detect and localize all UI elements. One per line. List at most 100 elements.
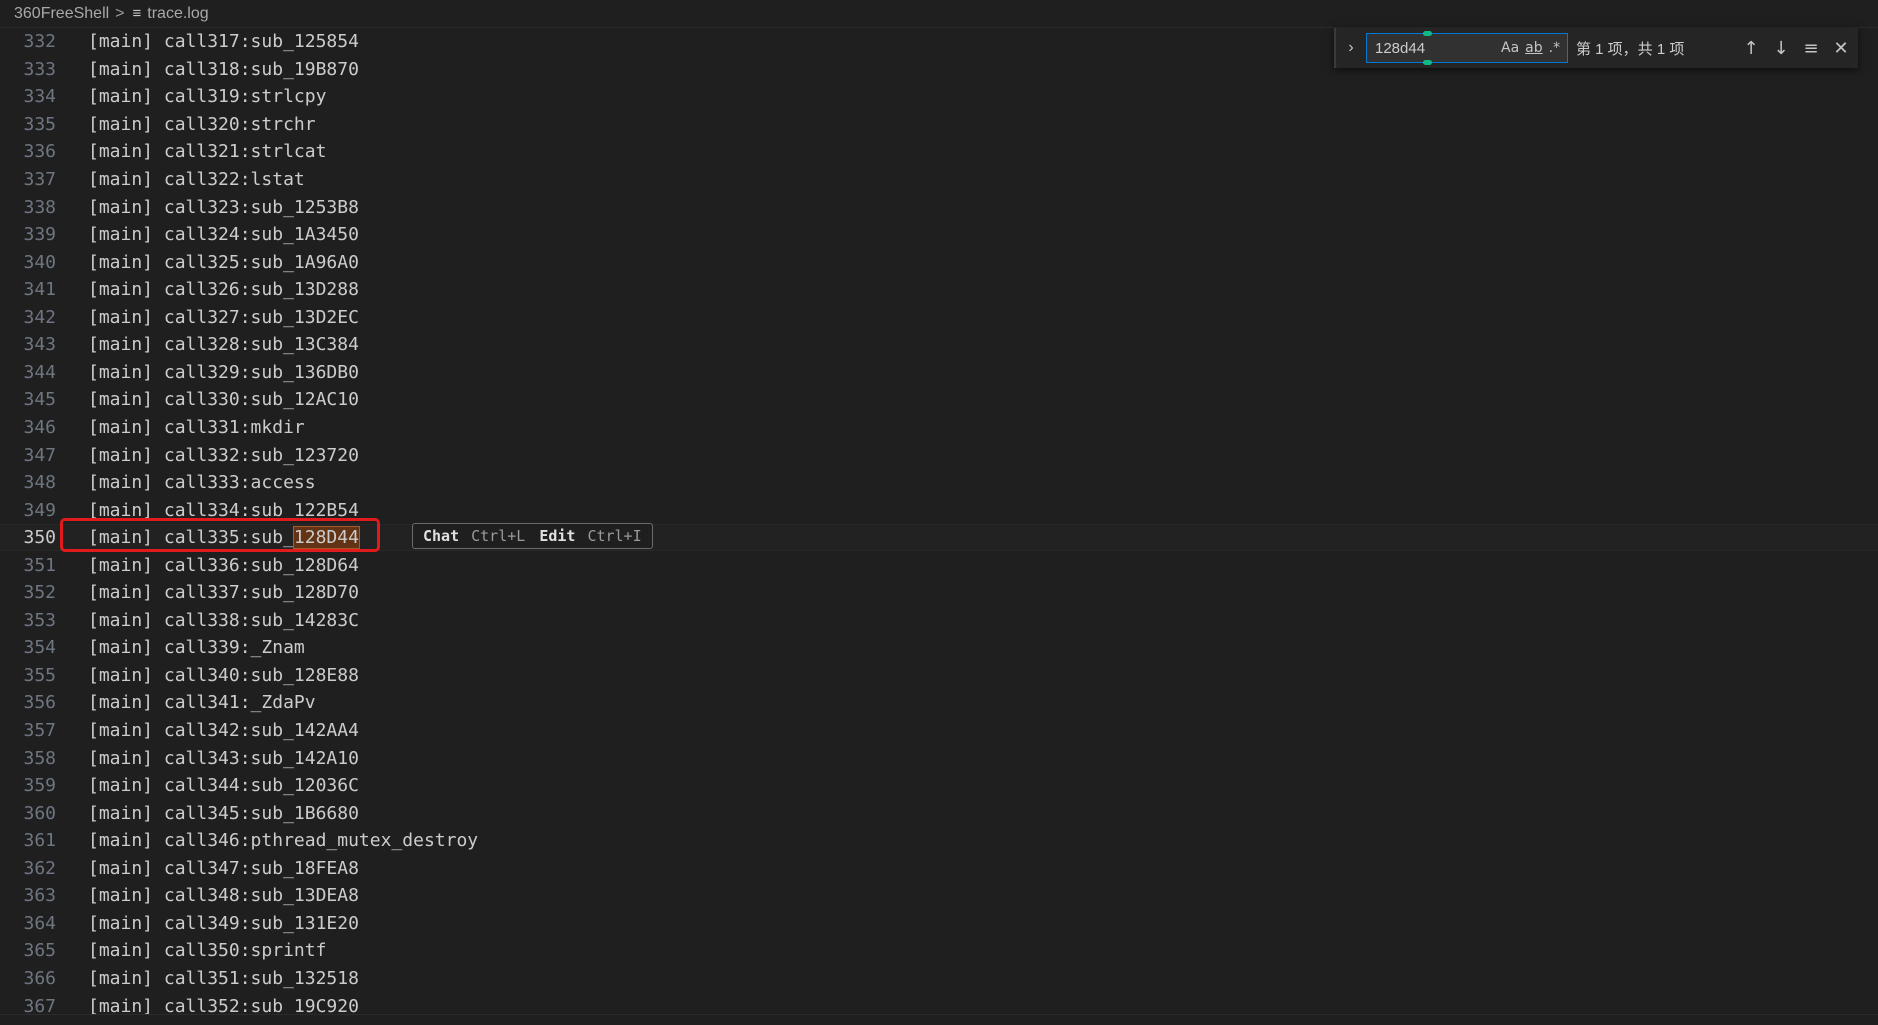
code-text: [main] call322:lstat bbox=[88, 169, 305, 190]
code-line[interactable]: 346 [main] call331:mkdir bbox=[0, 414, 1878, 442]
find-in-selection-icon[interactable]: ≡ bbox=[1796, 38, 1826, 59]
match-count: 第 1 项，共 1 项 bbox=[1576, 40, 1685, 58]
line-number: 337 bbox=[23, 169, 56, 190]
code-line[interactable]: 362 [main] call347:sub_18FEA8 bbox=[0, 855, 1878, 883]
code-line[interactable]: 358 [main] call343:sub_142A10 bbox=[0, 744, 1878, 772]
current-line[interactable]: 350 [main] call335:sub_128D44 bbox=[0, 523, 1878, 552]
code-line[interactable]: 357 [main] call342:sub_142AA4 bbox=[0, 717, 1878, 745]
line-number: 346 bbox=[23, 416, 56, 438]
code-line[interactable]: 343 [main] call328:sub_13C384 bbox=[0, 331, 1878, 359]
find-input-container: Aa ab .* bbox=[1366, 31, 1568, 65]
code-line[interactable]: 361 [main] call346:pthread_mutex_destroy bbox=[0, 827, 1878, 855]
code-line[interactable]: 359 [main] call344:sub_12036C bbox=[0, 772, 1878, 800]
code-line[interactable]: 336 [main] call321:strlcat bbox=[0, 138, 1878, 166]
code-text: [main] call325:sub_1A96A0 bbox=[88, 251, 359, 273]
code-text: [main] call344:sub_12036C bbox=[88, 775, 359, 797]
code-text: [main] call343:sub_142A10 bbox=[88, 747, 359, 769]
match-case-icon[interactable]: Aa bbox=[1501, 40, 1519, 56]
code-text: [main] call331:mkdir bbox=[88, 416, 305, 438]
code-text: [main] call336:sub_128D64 bbox=[88, 554, 359, 576]
line-number: 363 bbox=[23, 885, 56, 907]
code-line[interactable]: 351 [main] call336:sub_128D64 bbox=[0, 551, 1878, 579]
code-line[interactable]: 341 [main] call326:sub_13D288 bbox=[0, 276, 1878, 304]
code-text: [main] call326:sub_13D288 bbox=[88, 279, 359, 301]
line-number: 347 bbox=[23, 444, 56, 466]
code-text: [main] call346:pthread_mutex_destroy bbox=[88, 830, 479, 852]
code-text: [main] call352:sub_19C920 bbox=[88, 995, 359, 1015]
line-number: 334 bbox=[23, 86, 56, 108]
close-icon[interactable]: ✕ bbox=[1826, 38, 1856, 59]
code-line[interactable]: 342 [main] call327:sub_13D2EC bbox=[0, 304, 1878, 332]
line-number: 362 bbox=[23, 857, 56, 879]
code-text: [main] call332:sub_123720 bbox=[88, 444, 359, 466]
code-line[interactable]: 348 [main] call333:access bbox=[0, 469, 1878, 497]
chat-label[interactable]: Chat bbox=[423, 527, 459, 545]
code-text: [main] call323:sub_1253B8 bbox=[88, 196, 359, 218]
line-number: 349 bbox=[23, 499, 56, 521]
code-text: [main] call348:sub_13DEA8 bbox=[88, 885, 359, 907]
line-number: 361 bbox=[23, 830, 56, 852]
code-line[interactable]: 335 [main] call320:strchr bbox=[0, 111, 1878, 139]
code-text: [main] call319:strlcpy bbox=[88, 86, 327, 108]
code-line[interactable]: 340 [main] call325:sub_1A96A0 bbox=[0, 248, 1878, 276]
code-line[interactable]: 349 [main] call334:sub_122B54 bbox=[0, 496, 1878, 524]
whole-word-icon[interactable]: ab bbox=[1525, 40, 1542, 56]
code-text: [main] call349:sub_131E20 bbox=[88, 912, 359, 934]
code-text: [main] call330:sub_12AC10 bbox=[88, 389, 359, 411]
toggle-replace-chevron-icon[interactable]: › bbox=[1340, 39, 1362, 57]
code-line[interactable]: 364 [main] call349:sub_131E20 bbox=[0, 910, 1878, 938]
regex-icon[interactable]: .* bbox=[1549, 40, 1560, 56]
file-lines-icon: ≡ bbox=[132, 5, 142, 22]
code-text: [main] call351:sub_132518 bbox=[88, 967, 359, 989]
chevron-right-icon: > bbox=[115, 4, 125, 22]
code-line[interactable]: 347 [main] call332:sub_123720 bbox=[0, 441, 1878, 469]
code-text: [main] call318:sub_19B870 bbox=[88, 58, 359, 80]
find-widget: › Aa ab .* 第 1 项，共 1 项 ↑ ↓ ≡ ✕ bbox=[1334, 28, 1858, 68]
breadcrumb-file[interactable]: trace.log bbox=[147, 5, 208, 23]
line-number: 364 bbox=[23, 912, 56, 934]
find-indicator-bottom bbox=[1423, 60, 1432, 65]
inline-chat-hint[interactable]: Chat Ctrl+L Edit Ctrl+I bbox=[412, 523, 653, 549]
code-line[interactable]: 367 [main] call352:sub_19C920 bbox=[0, 992, 1878, 1015]
code-text: [main] call337:sub_128D70 bbox=[88, 582, 359, 604]
line-number: 332 bbox=[23, 31, 56, 53]
code-line[interactable]: 334 [main] call319:strlcpy bbox=[0, 83, 1878, 111]
find-input[interactable] bbox=[1367, 38, 1495, 58]
line-number: 366 bbox=[23, 967, 56, 989]
code-line[interactable]: 344 [main] call329:sub_136DB0 bbox=[0, 359, 1878, 387]
code-line[interactable]: 354 [main] call339:_Znam bbox=[0, 634, 1878, 662]
line-number: 342 bbox=[23, 306, 56, 328]
code-line[interactable]: 345 [main] call330:sub_12AC10 bbox=[0, 386, 1878, 414]
code-line[interactable]: 360 [main] call345:sub_1B6680 bbox=[0, 799, 1878, 827]
code-line[interactable]: 363 [main] call348:sub_13DEA8 bbox=[0, 882, 1878, 910]
breadcrumb-folder[interactable]: 360FreeShell bbox=[14, 5, 109, 23]
code-line[interactable]: 352 [main] call337:sub_128D70 bbox=[0, 579, 1878, 607]
code-line[interactable]: 365 [main] call350:sprintf bbox=[0, 937, 1878, 965]
line-number: 336 bbox=[23, 141, 56, 163]
code-text: [main] call347:sub_18FEA8 bbox=[88, 857, 359, 879]
line-number: 345 bbox=[23, 389, 56, 411]
line-number: 350 bbox=[23, 527, 56, 549]
editor[interactable]: 332 [main] call317:sub_125854 333 [main] ca… bbox=[0, 28, 1878, 1014]
code-line[interactable]: 338 [main] call323:sub_1253B8 bbox=[0, 193, 1878, 221]
line-number: 359 bbox=[23, 775, 56, 797]
code-line[interactable]: 353 [main] call338:sub_14283C bbox=[0, 607, 1878, 635]
code-line[interactable]: 339 [main] call324:sub_1A3450 bbox=[0, 221, 1878, 249]
code-line[interactable]: 337 [main] call322:lstat bbox=[0, 166, 1878, 194]
horizontal-scrollbar[interactable] bbox=[0, 1014, 1878, 1025]
next-match-icon[interactable]: ↓ bbox=[1766, 38, 1796, 59]
previous-match-icon[interactable]: ↑ bbox=[1736, 38, 1766, 59]
line-number: 338 bbox=[23, 196, 56, 218]
chat-shortcut: Ctrl+L bbox=[471, 527, 526, 545]
code-line[interactable]: 356 [main] call341:_ZdaPv bbox=[0, 689, 1878, 717]
edit-label[interactable]: Edit bbox=[539, 527, 575, 545]
code-text: [main] call327:sub_13D2EC bbox=[88, 306, 359, 328]
code-text: [main] call350:sprintf bbox=[88, 940, 327, 962]
code-line[interactable]: 366 [main] call351:sub_132518 bbox=[0, 965, 1878, 993]
code-text: [main] call328:sub_13C384 bbox=[88, 334, 359, 356]
line-number: 352 bbox=[23, 582, 56, 604]
code-line[interactable]: 355 [main] call340:sub_128E88 bbox=[0, 662, 1878, 690]
line-number: 348 bbox=[23, 472, 56, 494]
code-text-prefix: [main] call335:sub_ bbox=[88, 527, 294, 549]
breadcrumb: 360FreeShell > ≡ trace.log bbox=[0, 0, 1878, 28]
